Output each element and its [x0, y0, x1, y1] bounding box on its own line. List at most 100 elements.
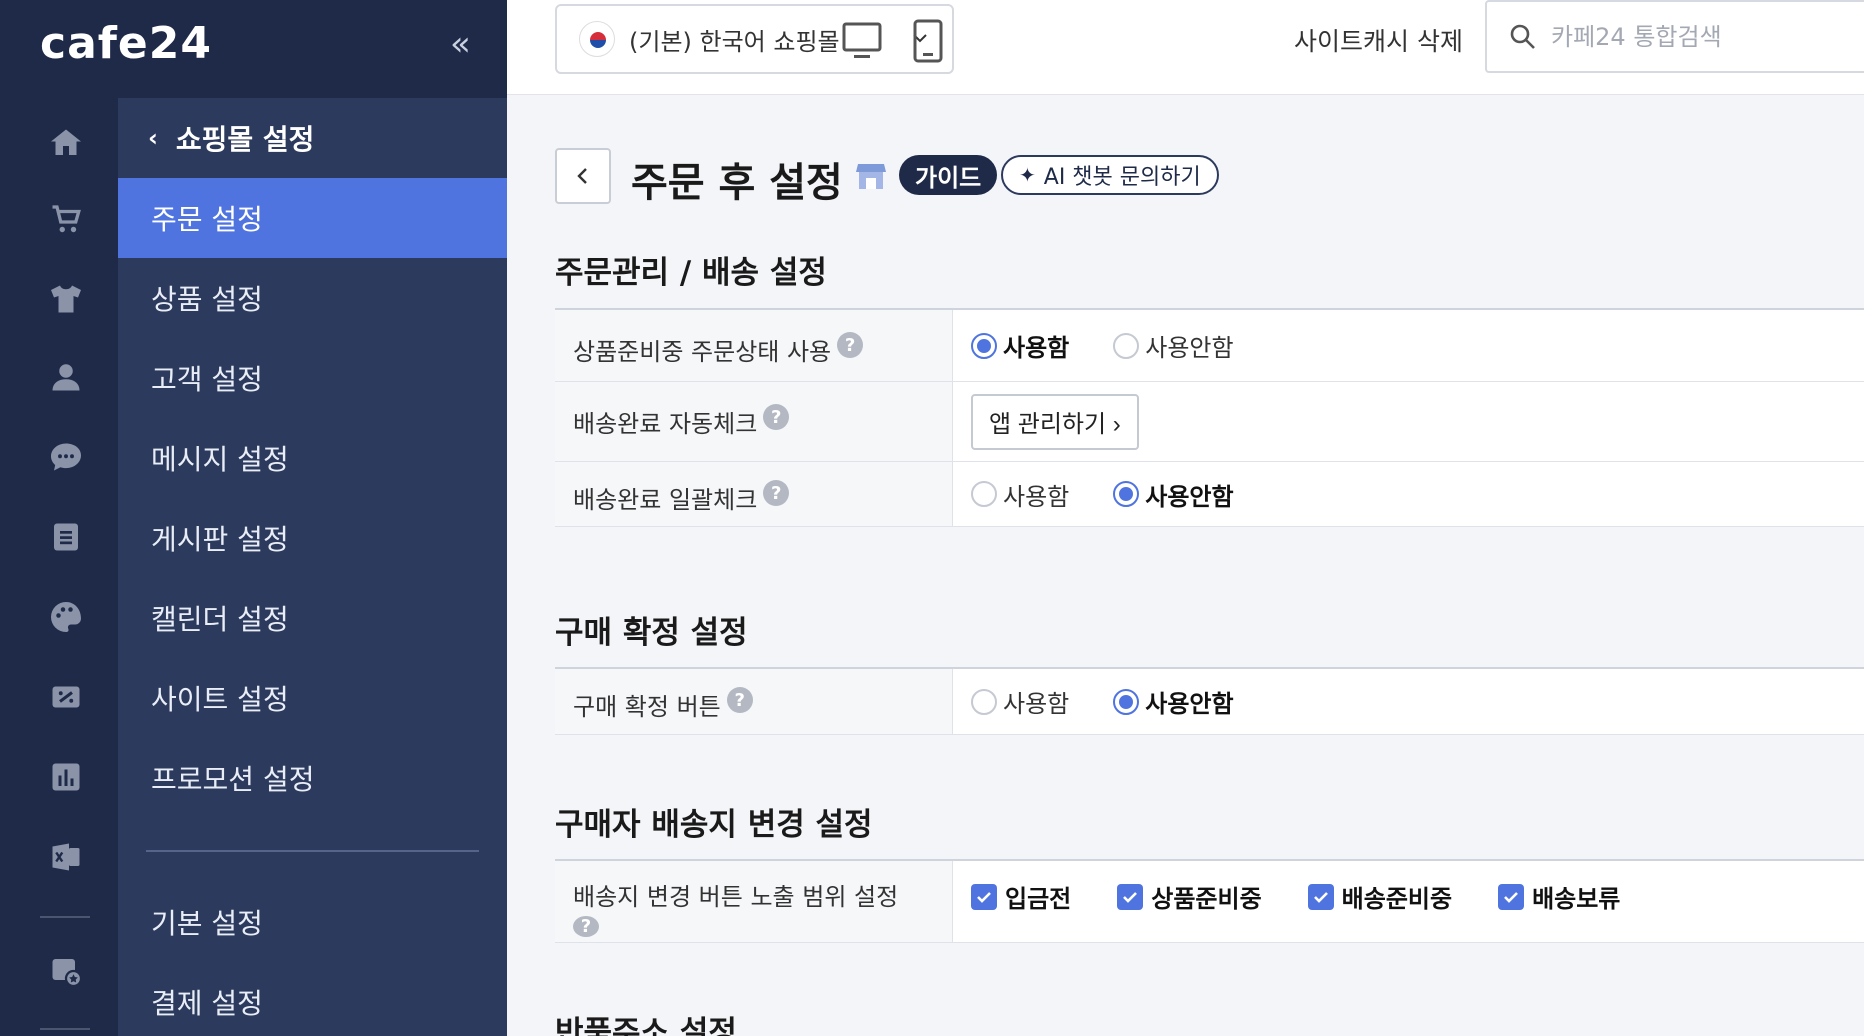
cafe24-logo[interactable]: cafe24: [40, 18, 212, 69]
section-title-order: 주문관리 / 배송 설정: [555, 255, 827, 291]
row-label: 배송지 변경 버튼 노출 범위 설정 ?: [555, 861, 953, 942]
chart-icon[interactable]: [45, 756, 87, 798]
sidebar-item-site[interactable]: 사이트 설정: [118, 658, 507, 738]
section-title-return: 반품주소 설정: [555, 1015, 737, 1036]
checkbox-preparing-product[interactable]: 상품준비중: [1117, 879, 1262, 914]
row-value: 사용함 사용안함: [953, 669, 1864, 734]
help-icon[interactable]: ?: [837, 332, 864, 358]
tablet-view-icon[interactable]: [905, 18, 951, 64]
site-cache-delete-button[interactable]: 사이트캐시 삭제: [1294, 22, 1463, 58]
radio-label: 사용함: [1003, 690, 1070, 718]
sidebar-back-link[interactable]: ‹ 쇼핑몰 설정: [118, 98, 507, 178]
help-icon[interactable]: ?: [763, 480, 790, 506]
promotion-icon[interactable]: [45, 676, 87, 718]
table-row: 배송완료 일괄체크 ? 사용함 사용안함: [555, 462, 1864, 527]
checkbox-shipping-hold[interactable]: 배송보류: [1498, 879, 1620, 914]
help-icon[interactable]: ?: [763, 404, 790, 430]
main-content: 주문 후 설정 가이드 ✦ AI 챗봇 문의하기 주문관리 / 배송 설정 상품…: [507, 95, 1864, 1036]
sparkle-icon: ✦: [1019, 163, 1036, 187]
sidebar-item-calendar[interactable]: 캘린더 설정: [118, 578, 507, 658]
row-label-text: 배송완료 자동체크: [573, 410, 758, 438]
checkbox-label: 배송보류: [1532, 885, 1621, 913]
topbar: (기본) 한국어 쇼핑몰 사이트캐시 삭제: [507, 0, 1864, 95]
sidebar-item-promotion[interactable]: 프로모션 설정: [118, 738, 507, 818]
sidebar-item-product[interactable]: 상품 설정: [118, 258, 507, 338]
sidebar-item-order[interactable]: 주문 설정: [118, 178, 507, 258]
radio-use[interactable]: 사용함: [971, 684, 1069, 719]
sidebar-item-label: 상품 설정: [151, 283, 263, 316]
row-label: 배송완료 자동체크 ?: [555, 382, 953, 461]
back-button[interactable]: [555, 148, 611, 204]
radio-not-use[interactable]: 사용안함: [1113, 684, 1234, 719]
user-icon[interactable]: [45, 356, 87, 398]
row-label-text: 배송완료 일괄체크: [573, 486, 758, 514]
shop-select-value: (기본) 한국어 쇼핑몰: [629, 27, 840, 56]
ai-chatbot-button[interactable]: ✦ AI 챗봇 문의하기: [1001, 155, 1219, 195]
radio-label: 사용함: [1003, 482, 1070, 511]
address-settings-table: 배송지 변경 버튼 노출 범위 설정 ? 입금전 상품준비중 배송준비중 배송보…: [555, 859, 1864, 943]
palette-icon[interactable]: [45, 596, 87, 638]
row-label: 구매 확정 버튼 ?: [555, 669, 953, 734]
shop-select[interactable]: (기본) 한국어 쇼핑몰: [555, 4, 954, 74]
confirm-settings-table: 구매 확정 버튼 ? 사용함 사용안함: [555, 667, 1864, 735]
guide-button[interactable]: 가이드: [899, 155, 998, 195]
radio-label: 사용함: [1003, 334, 1070, 362]
sidebar-item-label: 결제 설정: [151, 987, 263, 1020]
radio-not-use[interactable]: 사용안함: [1113, 328, 1234, 363]
excel-icon[interactable]: [45, 836, 87, 878]
settings-star-icon[interactable]: [45, 950, 87, 992]
sidebar-item-label: 사이트 설정: [151, 683, 289, 716]
row-value: 앱 관리하기 ›: [953, 382, 1864, 461]
collapse-sidebar-button[interactable]: «: [450, 24, 471, 64]
table-row: 배송완료 자동체크 ? 앱 관리하기 ›: [555, 382, 1864, 462]
radio-dot: [1113, 688, 1140, 715]
row-label: 배송완료 일괄체크 ?: [555, 462, 953, 526]
radio-dot: [971, 332, 997, 359]
row-label-text: 상품준비중 주문상태 사용: [573, 338, 832, 366]
search-icon: [1510, 24, 1535, 49]
chat-icon[interactable]: [45, 436, 87, 478]
store-icon[interactable]: [855, 161, 887, 191]
desktop-view-icon[interactable]: [839, 18, 885, 64]
sidebar-item-label: 주문 설정: [151, 203, 263, 236]
app-manage-button[interactable]: 앱 관리하기 ›: [971, 393, 1139, 450]
board-icon[interactable]: [45, 516, 87, 558]
sidebar-item-label: 고객 설정: [151, 363, 263, 396]
help-icon[interactable]: ?: [573, 916, 599, 937]
sidebar-item-board[interactable]: 게시판 설정: [118, 498, 507, 578]
check-icon: [1117, 883, 1144, 910]
sidebar-item-label: 캘린더 설정: [151, 603, 289, 636]
home-icon[interactable]: [45, 122, 87, 164]
radio-not-use[interactable]: 사용안함: [1113, 477, 1234, 512]
korea-flag-icon: [579, 21, 615, 57]
sidebar-item-customer[interactable]: 고객 설정: [118, 338, 507, 418]
rail-divider: [40, 916, 90, 918]
table-row: 구매 확정 버튼 ? 사용함 사용안함: [555, 669, 1864, 735]
checkbox-label: 입금전: [1005, 885, 1072, 913]
cart-icon[interactable]: [45, 198, 87, 240]
checkbox-label: 배송준비중: [1341, 885, 1453, 913]
settings-sidebar: ‹ 쇼핑몰 설정 주문 설정 상품 설정 고객 설정 메시지 설정 게시판 설정…: [118, 98, 507, 1036]
radio-label: 사용안함: [1145, 334, 1234, 362]
chevron-left-icon: ‹: [148, 124, 158, 152]
shirt-icon[interactable]: [45, 278, 87, 320]
sidebar-item-basic[interactable]: 기본 설정: [118, 882, 507, 962]
search-box: [1485, 0, 1864, 73]
radio-label: 사용안함: [1145, 482, 1234, 511]
radio-use[interactable]: 사용함: [971, 477, 1069, 512]
row-label-text: 배송지 변경 버튼 노출 범위 설정: [573, 883, 899, 911]
row-value: 사용함 사용안함: [953, 310, 1864, 381]
sidebar-item-label: 프로모션 설정: [151, 763, 315, 796]
sidebar-item-message[interactable]: 메시지 설정: [118, 418, 507, 498]
sidebar-item-label: 메시지 설정: [151, 443, 289, 476]
radio-dot: [971, 481, 997, 507]
help-icon[interactable]: ?: [726, 687, 753, 713]
checkbox-preparing-shipping[interactable]: 배송준비중: [1307, 879, 1453, 914]
radio-use[interactable]: 사용함: [971, 328, 1069, 363]
row-value: 입금전 상품준비중 배송준비중 배송보류: [953, 861, 1864, 942]
checkbox-before-deposit[interactable]: 입금전: [971, 879, 1071, 914]
search-input[interactable]: [1551, 22, 1831, 51]
radio-dot: [1113, 481, 1140, 507]
check-icon: [971, 883, 997, 910]
sidebar-item-payment[interactable]: 결제 설정: [118, 962, 507, 1036]
